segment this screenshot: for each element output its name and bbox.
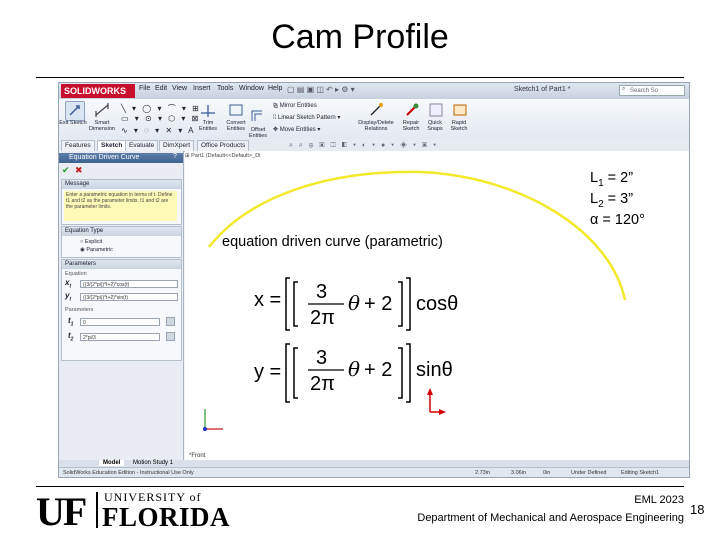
y-equation-lhs: y = — [254, 361, 281, 383]
curve-subtitle: equation driven curve (parametric) — [222, 234, 443, 250]
footer-course: EML 2023 — [634, 494, 684, 506]
x-theta: θ — [348, 291, 360, 315]
x-frac-den: 2π — [310, 307, 335, 329]
y-theta: θ — [348, 357, 360, 381]
page-number: 18 — [690, 502, 705, 517]
y-frac-num: 3 — [316, 347, 327, 369]
given-l1: L1 = 2” — [590, 170, 633, 189]
y-plus2: + 2 — [364, 359, 392, 381]
x-trig: cosθ — [416, 293, 458, 315]
x-plus2: + 2 — [364, 293, 392, 315]
uf-monogram: UF — [36, 489, 87, 534]
l1-value: = 2” — [603, 170, 634, 186]
l2-symbol: L — [590, 191, 599, 207]
x-frac-num: 3 — [316, 281, 327, 303]
parametric-equations: x = 3 2π θ + 2 cosθ y = 3 2π θ + 2 sinθ — [254, 277, 458, 403]
l1-symbol: L — [590, 170, 599, 186]
given-l2: L2 = 3” — [590, 191, 633, 210]
footer-divider — [36, 486, 684, 487]
l2-value: = 3” — [603, 191, 634, 207]
logo-bottom-text: FLORIDA — [102, 502, 231, 532]
logo-bar — [96, 492, 98, 528]
given-alpha: α = 120° — [590, 212, 645, 228]
x-equation-lhs: x = — [254, 289, 281, 311]
y-trig: sinθ — [416, 359, 453, 381]
uf-logo: UF UNIVERSITY of FLORIDA — [36, 488, 246, 534]
footer-department: Department of Mechanical and Aerospace E… — [417, 512, 684, 524]
y-frac-den: 2π — [310, 373, 335, 395]
